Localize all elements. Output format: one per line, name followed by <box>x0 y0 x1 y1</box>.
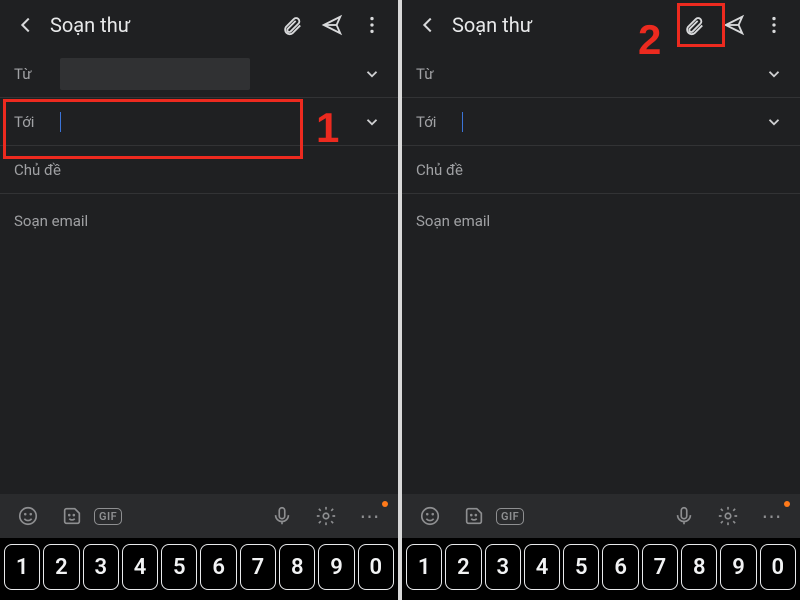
tutorial-image: Soạn thư Từ Tới Chủ <box>0 0 800 600</box>
from-value <box>60 58 360 90</box>
mic-icon[interactable] <box>260 498 304 534</box>
overflow-menu-icon[interactable] <box>754 5 794 45</box>
attach-icon[interactable] <box>674 5 714 45</box>
key-0[interactable]: 0 <box>358 544 394 590</box>
phone-screen-step1: Soạn thư Từ Tới Chủ <box>0 0 398 600</box>
notification-dot <box>382 501 388 507</box>
key-9[interactable]: 9 <box>720 544 756 590</box>
from-expand-icon[interactable] <box>762 62 786 86</box>
key-8[interactable]: 8 <box>279 544 315 590</box>
keyboard-settings-icon[interactable] <box>706 498 750 534</box>
keyboard-suggestion-bar: GIF ⋯ <box>0 494 398 538</box>
key-1[interactable]: 1 <box>406 544 442 590</box>
compose-title: Soạn thư <box>448 13 674 37</box>
from-label: Từ <box>14 65 60 83</box>
mic-icon[interactable] <box>662 498 706 534</box>
key-7[interactable]: 7 <box>642 544 678 590</box>
from-row[interactable]: Từ <box>402 50 800 98</box>
gif-icon[interactable]: GIF <box>496 508 524 525</box>
key-2[interactable]: 2 <box>43 544 79 590</box>
attach-icon[interactable] <box>272 5 312 45</box>
subject-row[interactable]: Chủ đề <box>0 146 398 194</box>
key-3[interactable]: 3 <box>485 544 521 590</box>
keyboard-settings-icon[interactable] <box>304 498 348 534</box>
to-row[interactable]: Tới <box>0 98 398 146</box>
from-label: Từ <box>416 65 462 83</box>
from-redacted-chip <box>60 58 250 90</box>
key-2[interactable]: 2 <box>445 544 481 590</box>
key-6[interactable]: 6 <box>602 544 638 590</box>
send-icon[interactable] <box>312 5 352 45</box>
key-9[interactable]: 9 <box>318 544 354 590</box>
key-8[interactable]: 8 <box>681 544 717 590</box>
key-0[interactable]: 0 <box>760 544 796 590</box>
key-6[interactable]: 6 <box>200 544 236 590</box>
text-caret <box>60 112 61 132</box>
send-icon[interactable] <box>714 5 754 45</box>
to-input[interactable] <box>60 111 360 131</box>
to-input[interactable] <box>462 111 762 131</box>
subject-input[interactable]: Chủ đề <box>14 161 384 179</box>
to-expand-icon[interactable] <box>762 110 786 134</box>
key-4[interactable]: 4 <box>122 544 158 590</box>
keyboard-suggestion-bar: GIF ⋯ <box>402 494 800 538</box>
key-7[interactable]: 7 <box>240 544 276 590</box>
sticker-icon[interactable] <box>452 498 496 534</box>
key-1[interactable]: 1 <box>4 544 40 590</box>
body-input[interactable]: Soạn email <box>402 194 800 434</box>
compose-topbar: Soạn thư <box>0 0 398 50</box>
emoji-icon[interactable] <box>6 498 50 534</box>
overflow-menu-icon[interactable] <box>352 5 392 45</box>
compose-title: Soạn thư <box>46 13 272 37</box>
to-expand-icon[interactable] <box>360 110 384 134</box>
sticker-icon[interactable] <box>50 498 94 534</box>
phone-screen-step2: Soạn thư Từ Tới Chủ <box>402 0 800 600</box>
keyboard-more-icon[interactable]: ⋯ <box>750 498 794 534</box>
key-4[interactable]: 4 <box>524 544 560 590</box>
subject-input[interactable]: Chủ đề <box>416 161 786 179</box>
keyboard-number-row: 1 2 3 4 5 6 7 8 9 0 <box>402 538 800 600</box>
gif-icon[interactable]: GIF <box>94 508 122 525</box>
keyboard-more-icon[interactable]: ⋯ <box>348 498 392 534</box>
key-3[interactable]: 3 <box>83 544 119 590</box>
keyboard-number-row: 1 2 3 4 5 6 7 8 9 0 <box>0 538 398 600</box>
body-input[interactable]: Soạn email <box>0 194 398 434</box>
compose-topbar: Soạn thư <box>402 0 800 50</box>
emoji-icon[interactable] <box>408 498 452 534</box>
subject-row[interactable]: Chủ đề <box>402 146 800 194</box>
to-label: Tới <box>14 113 60 131</box>
text-caret <box>462 112 463 132</box>
to-row[interactable]: Tới <box>402 98 800 146</box>
back-icon[interactable] <box>408 5 448 45</box>
key-5[interactable]: 5 <box>161 544 197 590</box>
key-5[interactable]: 5 <box>563 544 599 590</box>
notification-dot <box>784 501 790 507</box>
to-label: Tới <box>416 113 462 131</box>
from-row[interactable]: Từ <box>0 50 398 98</box>
from-expand-icon[interactable] <box>360 62 384 86</box>
back-icon[interactable] <box>6 5 46 45</box>
